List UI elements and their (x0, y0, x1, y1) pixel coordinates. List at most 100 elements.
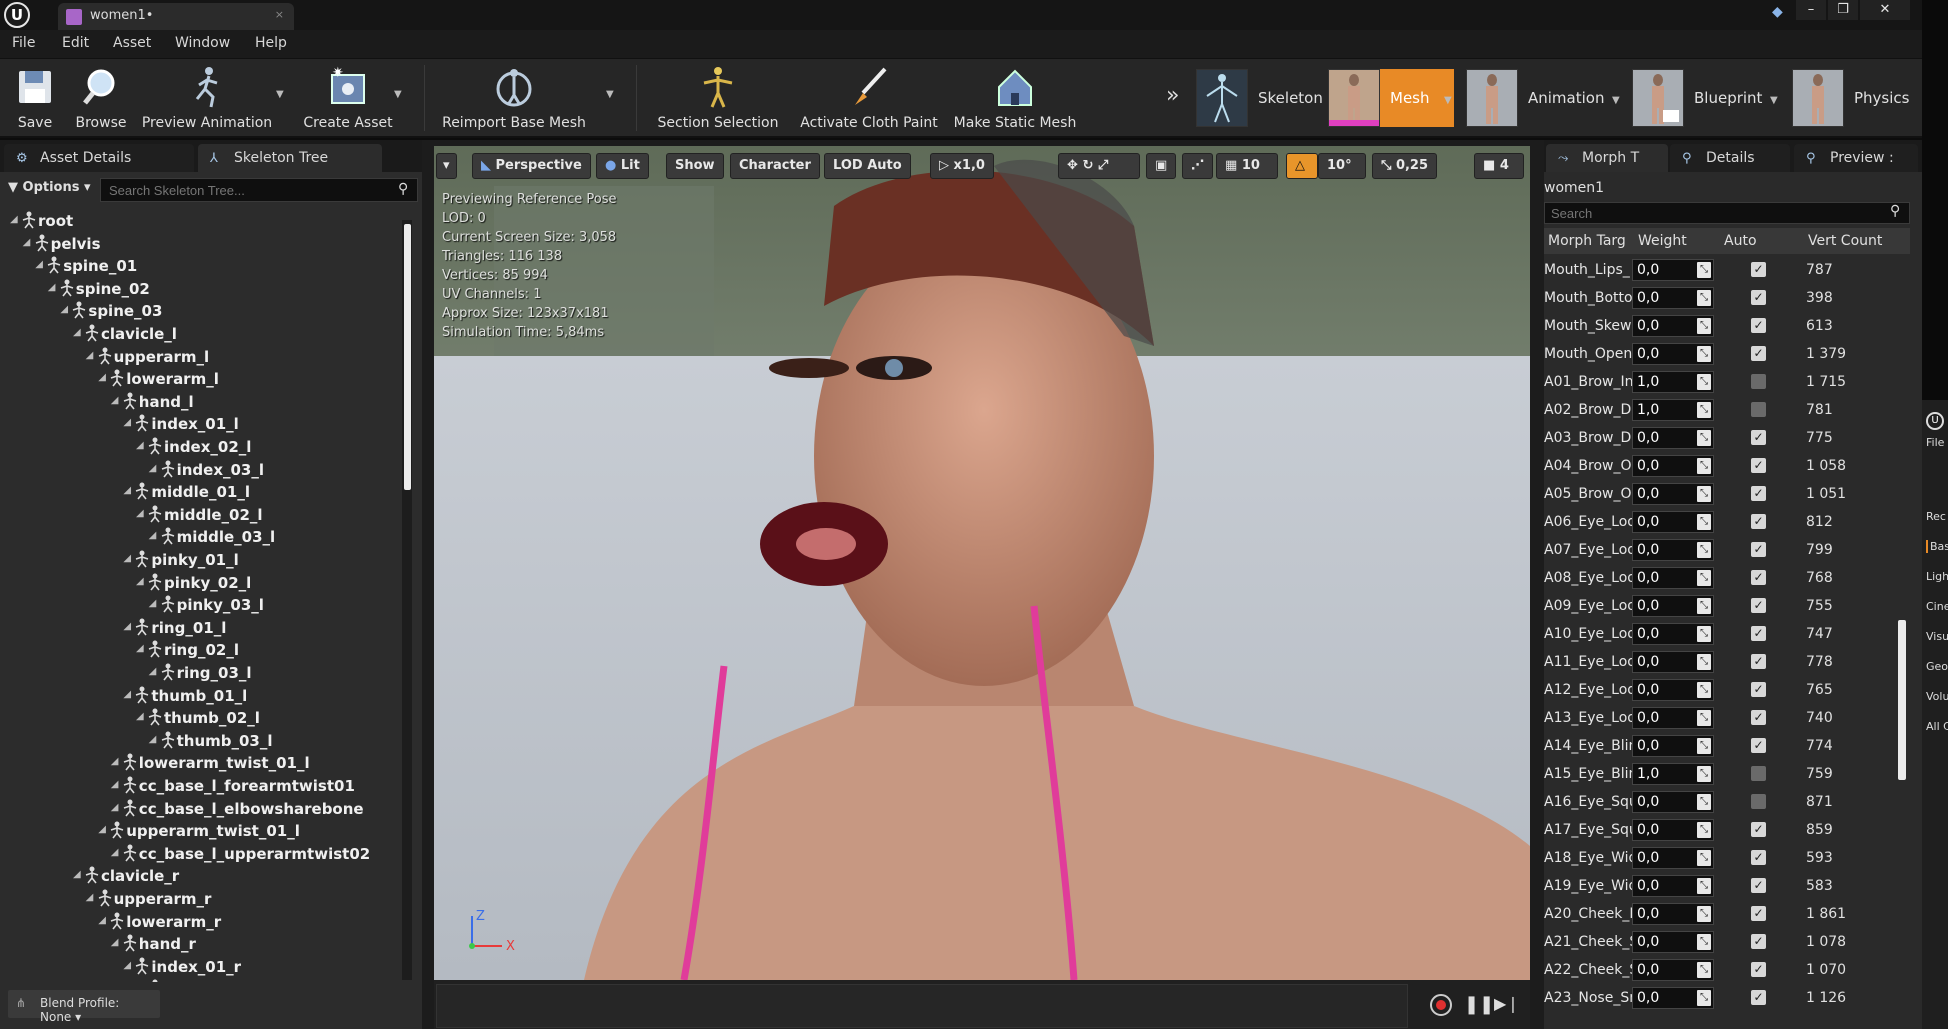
drag-handle-icon[interactable]: ⤡ (1697, 514, 1711, 530)
tree-row[interactable]: ◢ root (0, 210, 402, 232)
morph-weight-field[interactable]: 0,0 ⤡ (1632, 287, 1714, 309)
menu-asset[interactable]: Asset (113, 35, 151, 51)
expand-arrow-icon[interactable]: ◢ (136, 508, 146, 519)
auto-checkbox[interactable]: ✓ (1751, 598, 1766, 613)
tree-row[interactable]: ◢ upperarm_r (0, 888, 402, 910)
activate-cloth-paint-button[interactable]: Activate Cloth Paint (796, 59, 942, 137)
toolbar-overflow-icon[interactable]: » (1166, 83, 1179, 108)
lit-button[interactable]: ● Lit (596, 153, 649, 179)
morph-row[interactable]: A03_Brow_Do 0,0 ⤡ ✓ 775 (1544, 424, 1910, 452)
make-static-mesh-button[interactable]: Make Static Mesh (950, 59, 1080, 137)
auto-checkbox[interactable]: ✓ (1751, 318, 1766, 333)
drag-handle-icon[interactable]: ⤡ (1697, 682, 1711, 698)
tree-row[interactable]: ◢ upperarm_twist_01_l (0, 820, 402, 842)
tree-row[interactable]: ◢ middle_03_l (0, 526, 402, 548)
save-button[interactable]: Save (6, 59, 64, 137)
drag-handle-icon[interactable]: ⤡ (1697, 766, 1711, 782)
expand-arrow-icon[interactable]: ◢ (111, 756, 121, 767)
expand-arrow-icon[interactable]: ◢ (98, 915, 108, 926)
tree-row[interactable]: ◢ index_03_l (0, 459, 402, 481)
auto-checkbox[interactable]: ✓ (1751, 402, 1766, 417)
header-vert-count[interactable]: Vert Count (1808, 233, 1882, 249)
expand-arrow-icon[interactable]: ◢ (35, 259, 45, 270)
expand-arrow-icon[interactable]: ◢ (149, 530, 159, 541)
surface-snap-button[interactable]: ⋰ (1182, 153, 1213, 179)
tree-row[interactable]: ◢ clavicle_r (0, 865, 402, 887)
auto-checkbox[interactable]: ✓ (1751, 570, 1766, 585)
menu-file[interactable]: File (12, 35, 35, 51)
morph-weight-field[interactable]: 0,0 ⤡ (1632, 735, 1714, 757)
document-tab[interactable]: women1• × (58, 3, 294, 30)
morph-row[interactable]: A13_Eye_Loo 0,0 ⤡ ✓ 740 (1544, 704, 1910, 732)
auto-checkbox[interactable]: ✓ (1751, 878, 1766, 893)
tree-row[interactable]: ◢ cc_base_l_elbowsharebone (0, 798, 402, 820)
tree-row[interactable]: ◢ ring_03_l (0, 662, 402, 684)
expand-arrow-icon[interactable]: ◢ (136, 711, 146, 722)
character-button[interactable]: Character (730, 153, 820, 179)
drag-handle-icon[interactable]: ⤡ (1697, 822, 1711, 838)
animation-mode-dropdown-icon[interactable]: ▼ (1612, 95, 1622, 106)
mode-animation-button[interactable]: Animation (1466, 69, 1616, 127)
expand-arrow-icon[interactable]: ◢ (86, 892, 96, 903)
morph-row[interactable]: A20_Cheek_P 0,0 ⤡ ✓ 1 861 (1544, 900, 1910, 928)
tree-row[interactable]: ◢ thumb_02_l (0, 707, 402, 729)
tree-scrollbar-thumb[interactable] (404, 224, 411, 490)
header-weight[interactable]: Weight (1638, 233, 1687, 249)
drag-handle-icon[interactable]: ⤡ (1697, 990, 1711, 1006)
maximize-button[interactable]: ❐ (1828, 0, 1858, 20)
tab-asset-details[interactable]: ⚙ Asset Details (4, 144, 194, 172)
blueprint-mode-dropdown-icon[interactable]: ▼ (1770, 95, 1780, 106)
auto-checkbox[interactable]: ✓ (1751, 990, 1766, 1005)
morph-weight-field[interactable]: 0,0 ⤡ (1632, 819, 1714, 841)
expand-arrow-icon[interactable]: ◢ (123, 417, 133, 428)
show-button[interactable]: Show (666, 153, 724, 179)
reimport-base-mesh-button[interactable]: Reimport Base Mesh (438, 59, 590, 137)
playback-speed-button[interactable]: ▷ x1,0 (930, 153, 994, 179)
expand-arrow-icon[interactable]: ◢ (73, 869, 83, 880)
record-button[interactable] (1430, 994, 1452, 1016)
auto-checkbox[interactable]: ✓ (1751, 290, 1766, 305)
morph-scrollbar-thumb[interactable] (1898, 620, 1906, 780)
auto-checkbox[interactable]: ✓ (1751, 962, 1766, 977)
expand-arrow-icon[interactable]: ◢ (123, 553, 133, 564)
expand-arrow-icon[interactable]: ◢ (123, 621, 133, 632)
tree-row[interactable]: ◢ index_02_l (0, 436, 402, 458)
tree-row[interactable]: ◢ middle_01_l (0, 481, 402, 503)
tab-details[interactable]: ⚲ Details (1670, 144, 1790, 172)
drag-handle-icon[interactable]: ⤡ (1697, 374, 1711, 390)
morph-weight-field[interactable]: 0,0 ⤡ (1632, 791, 1714, 813)
morph-weight-field[interactable]: 0,0 ⤡ (1632, 567, 1714, 589)
create-asset-button[interactable]: ✷ Create Asset (298, 59, 398, 137)
menu-edit[interactable]: Edit (62, 35, 89, 51)
morph-weight-field[interactable]: 0,0 ⤡ (1632, 427, 1714, 449)
tree-row[interactable]: ◢ ring_02_l (0, 639, 402, 661)
tree-row[interactable]: ◢ thumb_01_l (0, 685, 402, 707)
morph-weight-field[interactable]: 0,0 ⤡ (1632, 343, 1714, 365)
tree-row[interactable]: ◢ thumb_03_l (0, 730, 402, 752)
morph-row[interactable]: A11_Eye_Loo 0,0 ⤡ ✓ 778 (1544, 648, 1910, 676)
auto-checkbox[interactable]: ✓ (1751, 262, 1766, 277)
drag-handle-icon[interactable]: ⤡ (1697, 458, 1711, 474)
expand-arrow-icon[interactable]: ◢ (111, 395, 121, 406)
expand-arrow-icon[interactable]: ◢ (111, 802, 121, 813)
lod-button[interactable]: LOD Auto (824, 153, 911, 179)
morph-weight-field[interactable]: 0,0 ⤡ (1632, 511, 1714, 533)
morph-weight-field[interactable]: 1,0 ⤡ (1632, 371, 1714, 393)
morph-row[interactable]: A02_Brow_Do 1,0 ⤡ ✓ 781 (1544, 396, 1910, 424)
morph-row[interactable]: Mouth_Skew 0,0 ⤡ ✓ 613 (1544, 312, 1910, 340)
drag-handle-icon[interactable]: ⤡ (1697, 934, 1711, 950)
morph-weight-field[interactable]: 0,0 ⤡ (1632, 931, 1714, 953)
expand-arrow-icon[interactable]: ◢ (149, 463, 159, 474)
expand-arrow-icon[interactable]: ◢ (10, 214, 20, 225)
morph-row[interactable]: A12_Eye_Loo 0,0 ⤡ ✓ 765 (1544, 676, 1910, 704)
perspective-button[interactable]: ◣ Perspective (472, 153, 591, 179)
morph-row[interactable]: A04_Brow_Ou 0,0 ⤡ ✓ 1 058 (1544, 452, 1910, 480)
create-asset-dropdown-icon[interactable]: ▼ (394, 89, 404, 100)
preview-animation-dropdown-icon[interactable]: ▼ (276, 89, 286, 100)
tab-skeleton-tree[interactable]: ⅄ Skeleton Tree (198, 144, 382, 172)
morph-row[interactable]: A08_Eye_Loo 0,0 ⤡ ✓ 768 (1544, 564, 1910, 592)
morph-row[interactable]: A17_Eye_Squ 0,0 ⤡ ✓ 859 (1544, 816, 1910, 844)
auto-checkbox[interactable]: ✓ (1751, 458, 1766, 473)
expand-arrow-icon[interactable]: ◢ (123, 960, 133, 971)
mode-physics-button[interactable]: Physics (1792, 69, 1920, 127)
